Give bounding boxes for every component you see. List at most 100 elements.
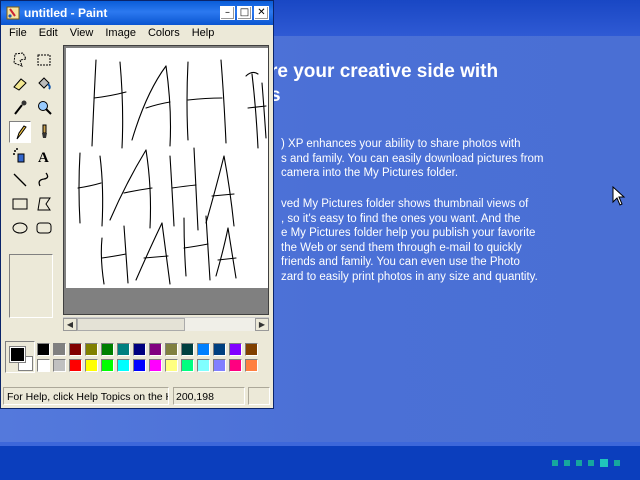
color-swatch[interactable] bbox=[229, 343, 242, 356]
status-size-pane bbox=[248, 387, 270, 405]
tool-polygon[interactable] bbox=[33, 193, 55, 215]
canvas-viewport bbox=[63, 45, 269, 315]
status-coordinates: 200,198 bbox=[173, 387, 245, 405]
menu-colors[interactable]: Colors bbox=[142, 25, 186, 43]
magnifier-icon bbox=[38, 101, 52, 115]
status-help-text: For Help, click Help Topics on the Help … bbox=[3, 387, 169, 405]
color-swatch[interactable] bbox=[165, 359, 178, 372]
menu-bar: File Edit View Image Colors Help bbox=[3, 25, 220, 43]
tool-pick-color[interactable] bbox=[9, 97, 31, 119]
tool-rounded-rectangle[interactable] bbox=[33, 217, 55, 239]
menu-image[interactable]: Image bbox=[99, 25, 142, 43]
tool-magnifier[interactable] bbox=[33, 97, 55, 119]
airbrush-icon bbox=[13, 148, 25, 163]
tool-free-form-select[interactable] bbox=[9, 49, 31, 71]
pick-color-icon bbox=[14, 100, 27, 115]
tour-footer-band bbox=[0, 446, 640, 480]
line-icon bbox=[13, 173, 27, 187]
mouse-cursor-icon bbox=[612, 186, 626, 206]
color-swatch[interactable] bbox=[245, 343, 258, 356]
status-bar: For Help, click Help Topics on the Help … bbox=[3, 387, 271, 407]
brush-icon bbox=[42, 124, 47, 138]
tour-navigation-dots bbox=[552, 459, 620, 467]
color-swatch[interactable] bbox=[117, 359, 130, 372]
tool-eraser[interactable] bbox=[9, 73, 31, 95]
current-colors bbox=[5, 341, 35, 373]
color-swatch[interactable] bbox=[245, 359, 258, 372]
color-swatch[interactable] bbox=[69, 359, 82, 372]
color-swatch[interactable] bbox=[197, 359, 210, 372]
tool-airbrush[interactable] bbox=[9, 145, 31, 167]
color-swatch[interactable] bbox=[213, 359, 226, 372]
tool-line[interactable] bbox=[9, 169, 31, 191]
color-swatch[interactable] bbox=[181, 359, 194, 372]
menu-help[interactable]: Help bbox=[186, 25, 221, 43]
color-swatch[interactable] bbox=[101, 359, 114, 372]
tour-dot[interactable] bbox=[588, 460, 594, 466]
tool-text[interactable]: A bbox=[33, 145, 55, 167]
curve-icon bbox=[38, 172, 49, 187]
color-swatch[interactable] bbox=[37, 343, 50, 356]
drawing-canvas[interactable] bbox=[66, 48, 268, 288]
ellipse-icon bbox=[12, 222, 28, 234]
color-swatch[interactable] bbox=[133, 359, 146, 372]
tool-curve[interactable] bbox=[33, 169, 55, 191]
color-swatch[interactable] bbox=[69, 343, 82, 356]
color-swatch[interactable] bbox=[181, 343, 194, 356]
tool-rectangle[interactable] bbox=[9, 193, 31, 215]
close-button[interactable]: ✕ bbox=[254, 6, 269, 20]
tool-options-box[interactable] bbox=[9, 254, 53, 318]
fill-bucket-icon bbox=[38, 77, 51, 90]
menu-file[interactable]: File bbox=[3, 25, 33, 43]
scroll-left-arrow-icon[interactable]: ◀ bbox=[63, 318, 77, 331]
scroll-thumb[interactable] bbox=[77, 318, 185, 331]
rounded-rectangle-icon bbox=[36, 222, 52, 234]
tour-dot[interactable] bbox=[576, 460, 582, 466]
canvas-drawing bbox=[77, 59, 267, 285]
title-bar[interactable]: untitled - Paint – □ ✕ bbox=[1, 1, 273, 25]
tour-heading: re your creative side with s bbox=[270, 60, 610, 108]
select-icon bbox=[37, 54, 51, 66]
tool-fill[interactable] bbox=[33, 73, 55, 95]
color-swatch[interactable] bbox=[37, 359, 50, 372]
maximize-button[interactable]: □ bbox=[237, 6, 252, 20]
color-swatch[interactable] bbox=[85, 343, 98, 356]
polygon-icon bbox=[37, 197, 51, 211]
color-swatch[interactable] bbox=[85, 359, 98, 372]
rectangle-icon bbox=[12, 198, 28, 210]
free-form-select-icon bbox=[13, 52, 27, 67]
color-swatch[interactable] bbox=[149, 359, 162, 372]
foreground-color bbox=[10, 347, 25, 362]
tool-ellipse[interactable] bbox=[9, 217, 31, 239]
paint-window: untitled - Paint – □ ✕ File Edit View Im… bbox=[0, 0, 274, 409]
tool-brush[interactable] bbox=[33, 121, 55, 143]
pencil-icon bbox=[16, 125, 27, 140]
horizontal-scrollbar[interactable]: ◀ ▶ bbox=[63, 317, 269, 331]
color-swatch[interactable] bbox=[165, 343, 178, 356]
tour-dot[interactable] bbox=[614, 460, 620, 466]
minimize-button[interactable]: – bbox=[220, 6, 235, 20]
svg-text:A: A bbox=[38, 150, 49, 165]
color-swatch[interactable] bbox=[101, 343, 114, 356]
color-swatch[interactable] bbox=[213, 343, 226, 356]
color-swatch[interactable] bbox=[53, 343, 66, 356]
menu-view[interactable]: View bbox=[64, 25, 100, 43]
paint-app-icon bbox=[6, 6, 20, 20]
tour-dot-active[interactable] bbox=[600, 459, 608, 467]
color-swatch[interactable] bbox=[197, 343, 210, 356]
tour-paragraph-1: ) XP enhances your ability to share phot… bbox=[281, 138, 544, 179]
menu-edit[interactable]: Edit bbox=[33, 25, 64, 43]
color-swatch[interactable] bbox=[117, 343, 130, 356]
tour-dot[interactable] bbox=[552, 460, 558, 466]
scroll-right-arrow-icon[interactable]: ▶ bbox=[255, 318, 269, 331]
color-swatch[interactable] bbox=[53, 359, 66, 372]
tour-dot[interactable] bbox=[564, 460, 570, 466]
text-tool-icon: A bbox=[38, 150, 49, 165]
toolbox: A bbox=[7, 49, 57, 249]
tool-pencil[interactable] bbox=[9, 121, 31, 143]
color-swatch[interactable] bbox=[133, 343, 146, 356]
color-swatch[interactable] bbox=[149, 343, 162, 356]
tool-select[interactable] bbox=[33, 49, 55, 71]
color-swatch[interactable] bbox=[229, 359, 242, 372]
window-title: untitled - Paint bbox=[24, 6, 108, 20]
